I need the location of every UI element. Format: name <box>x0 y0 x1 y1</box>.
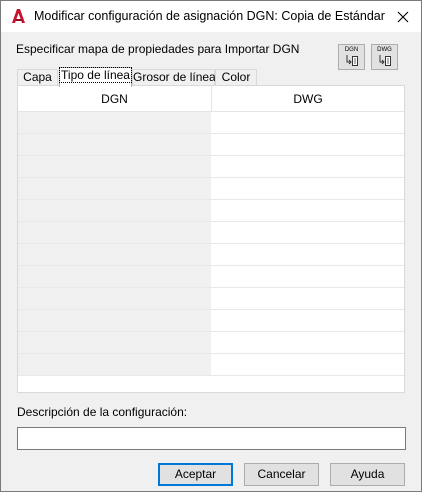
dwg-cell[interactable] <box>211 178 404 200</box>
dgn-cell[interactable] <box>18 244 211 266</box>
table-header: DGN DWG <box>18 86 404 112</box>
tab-label: Tipo de línea <box>59 67 132 83</box>
close-button[interactable] <box>385 1 421 32</box>
tab-grosor-de-linea[interactable]: Grosor de línea <box>132 69 216 86</box>
table-row[interactable] <box>18 222 404 244</box>
table-row[interactable] <box>18 244 404 266</box>
dgn-cell[interactable] <box>18 310 211 332</box>
table-row[interactable] <box>18 266 404 288</box>
dgn-cell[interactable] <box>18 354 211 376</box>
dgn-cell[interactable] <box>18 266 211 288</box>
dgn-cell[interactable] <box>18 332 211 354</box>
dwg-cell[interactable] <box>211 244 404 266</box>
tab-label: Capa <box>23 70 52 84</box>
description-label: Descripción de la configuración: <box>17 405 188 419</box>
dgn-cell[interactable] <box>18 134 211 156</box>
help-button[interactable]: Ayuda <box>330 463 405 486</box>
table-row[interactable] <box>18 134 404 156</box>
close-icon <box>397 11 409 22</box>
dwg-cell[interactable] <box>211 288 404 310</box>
dgn-cell[interactable] <box>18 178 211 200</box>
table-row[interactable] <box>18 310 404 332</box>
dialog-window: Modificar configuración de asignación DG… <box>0 0 422 492</box>
import-from-dwg-icon <box>379 55 391 66</box>
tab-tipo-de-linea[interactable]: Tipo de línea <box>59 67 132 87</box>
autocad-logo-icon <box>12 9 25 23</box>
tab-label: Grosor de línea <box>133 70 216 84</box>
dgn-cell[interactable] <box>18 222 211 244</box>
tab-capa[interactable]: Capa <box>17 69 58 86</box>
table-row[interactable] <box>18 288 404 310</box>
dwg-cell[interactable] <box>211 134 404 156</box>
table-row[interactable] <box>18 178 404 200</box>
dwg-cell[interactable] <box>211 222 404 244</box>
ok-button[interactable]: Aceptar <box>158 463 233 486</box>
description-input[interactable] <box>17 427 406 450</box>
dwg-cell[interactable] <box>211 332 404 354</box>
dgn-cell[interactable] <box>18 112 211 134</box>
dwg-cell[interactable] <box>211 200 404 222</box>
icon-button-label: DWG <box>377 47 392 53</box>
dgn-cell[interactable] <box>18 288 211 310</box>
icon-button-label: DGN <box>344 47 359 53</box>
column-header-dwg[interactable]: DWG <box>212 86 404 111</box>
dwg-cell[interactable] <box>211 266 404 288</box>
table-row[interactable] <box>18 332 404 354</box>
title-bar[interactable]: Modificar configuración de asignación DG… <box>1 1 421 32</box>
tab-color[interactable]: Color <box>215 69 257 86</box>
dwg-cell[interactable] <box>211 156 404 178</box>
tab-panel: DGN DWG <box>17 85 405 393</box>
tab-label: Color <box>221 70 251 84</box>
column-header-dgn[interactable]: DGN <box>18 86 211 111</box>
dgn-cell[interactable] <box>18 156 211 178</box>
window-title: Modificar configuración de asignación DG… <box>34 9 385 23</box>
table-row[interactable] <box>18 200 404 222</box>
dwg-cell[interactable] <box>211 354 404 376</box>
import-from-dwg-button[interactable]: DWG <box>371 44 398 70</box>
cancel-button[interactable]: Cancelar <box>244 463 319 486</box>
dgn-cell[interactable] <box>18 200 211 222</box>
table-row[interactable] <box>18 112 404 134</box>
dwg-cell[interactable] <box>211 112 404 134</box>
import-from-dgn-button[interactable]: DGN <box>338 44 365 70</box>
import-from-dgn-icon <box>346 55 358 66</box>
dwg-cell[interactable] <box>211 310 404 332</box>
prompt-label: Especificar mapa de propiedades para Imp… <box>16 42 300 56</box>
table-row[interactable] <box>18 354 404 376</box>
table-row[interactable] <box>18 156 404 178</box>
